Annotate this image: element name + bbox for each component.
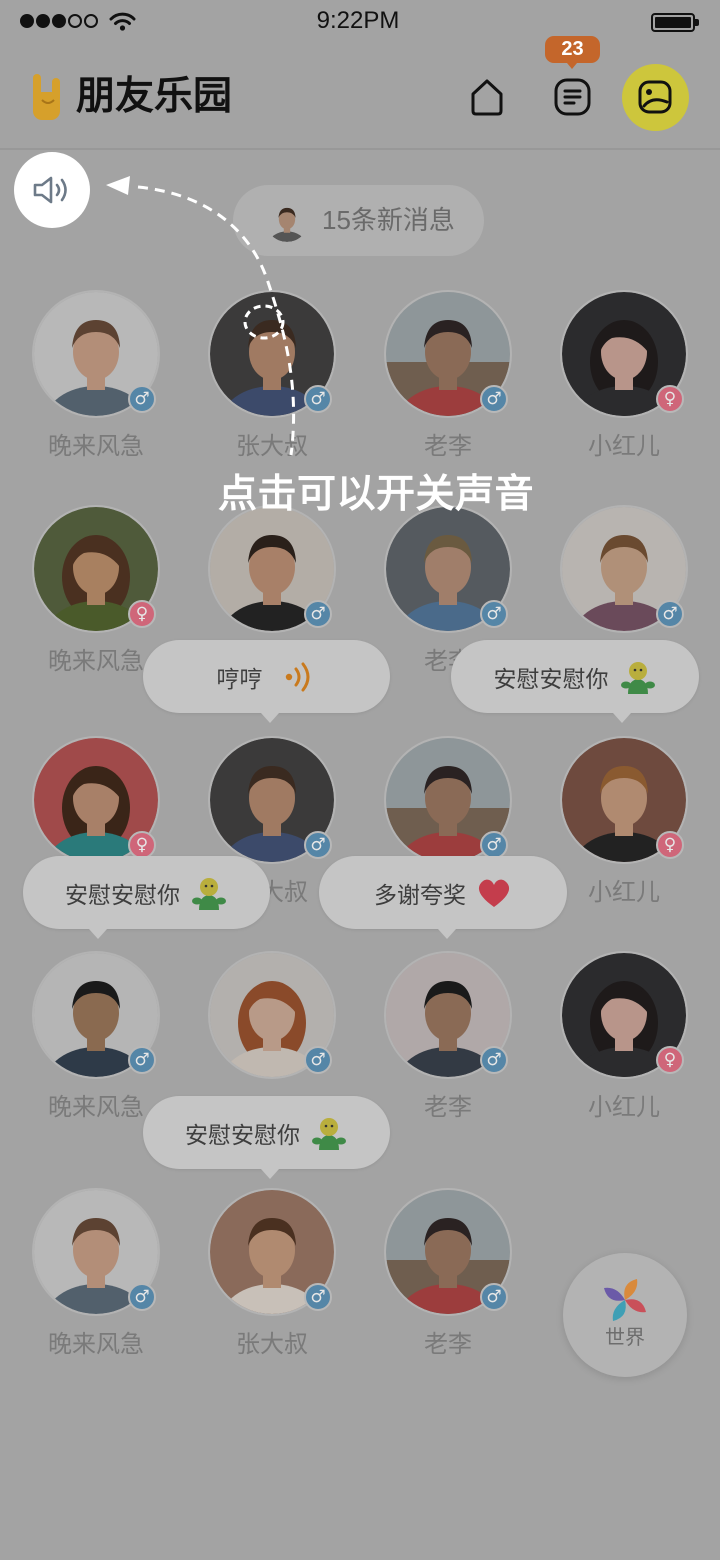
avatar[interactable]: ♂ [210, 292, 334, 416]
male-gender-icon: ♂ [128, 1283, 156, 1311]
avatar[interactable]: ♂ [562, 507, 686, 631]
male-gender-icon: ♂ [304, 1046, 332, 1074]
avatar[interactable]: ♂ [34, 292, 158, 416]
male-gender-icon: ♂ [128, 385, 156, 413]
male-gender-icon: ♂ [480, 1046, 508, 1074]
hug-emoji-icon [312, 1117, 346, 1150]
world-label: 世界 [605, 1327, 645, 1349]
female-gender-icon: ♀ [128, 831, 156, 859]
bubble-text: 哼哼 [216, 665, 263, 692]
avatar[interactable]: ♂ [210, 953, 334, 1077]
avatar[interactable]: ♂ [386, 738, 510, 862]
female-gender-icon: ♀ [656, 831, 684, 859]
user-name: 张大叔 [236, 433, 308, 460]
rock-hand-icon [33, 74, 60, 120]
speaker-icon [33, 176, 67, 204]
profile-button[interactable] [622, 64, 689, 131]
avatar[interactable]: ♂ [210, 738, 334, 862]
female-gender-icon: ♀ [656, 1046, 684, 1074]
avatar[interactable]: ♂ [34, 953, 158, 1077]
avatar[interactable]: ♂ [386, 507, 510, 631]
avatar[interactable]: ♂ [386, 953, 510, 1077]
avatar[interactable]: ♂ [386, 292, 510, 416]
chat-bubble[interactable]: 安慰安慰你 [143, 1096, 390, 1179]
avatar[interactable]: ♀ [562, 292, 686, 416]
avatar[interactable]: ♂ [34, 1190, 158, 1314]
bubble-text: 安慰安慰你 [185, 1121, 300, 1148]
avatar[interactable]: ♀ [562, 953, 686, 1077]
avatar[interactable]: ♂ [210, 507, 334, 631]
avatar[interactable]: ♂ [210, 1190, 334, 1314]
hug-emoji-icon [620, 661, 655, 694]
user-name: 老李 [424, 433, 472, 460]
male-gender-icon: ♂ [304, 831, 332, 859]
guide-hint-text: 点击可以开关声音 [218, 473, 535, 516]
user-name: 老李 [424, 1331, 472, 1358]
male-gender-icon: ♂ [304, 600, 332, 628]
male-gender-icon: ♂ [304, 1283, 332, 1311]
messages-count-badge: 23 [545, 36, 600, 69]
avatar[interactable]: ♀ [562, 738, 686, 862]
female-gender-icon: ♀ [128, 600, 156, 628]
male-gender-icon: ♂ [128, 1046, 156, 1074]
avatar[interactable]: ♀ [34, 738, 158, 862]
female-gender-icon: ♀ [656, 385, 684, 413]
user-card[interactable]: ♂ 老李 [360, 292, 536, 467]
sound-toggle-button[interactable] [14, 152, 90, 228]
user-name: 小红儿 [588, 433, 660, 460]
male-gender-icon: ♂ [480, 600, 508, 628]
avatar[interactable]: ♀ [34, 507, 158, 631]
user-card[interactable]: ♂ 张大叔 [184, 292, 360, 467]
user-card[interactable]: ♀ 小红儿 [536, 953, 712, 1128]
user-card[interactable]: ♂ 老李 [360, 1190, 536, 1365]
sender-avatar [265, 198, 309, 242]
chat-bubble[interactable]: 安慰安慰你 [451, 640, 699, 723]
pinwheel-icon [604, 1279, 646, 1321]
user-card[interactable]: ♂ 老李 [360, 953, 536, 1128]
home-icon[interactable] [468, 77, 506, 117]
profile-photo-icon [638, 80, 672, 114]
chat-bubble[interactable]: 安慰安慰你 [23, 856, 270, 939]
user-name: 张大叔 [236, 1331, 308, 1358]
user-name: 小红儿 [588, 1094, 660, 1121]
app-title: 朋友乐园 [76, 75, 233, 118]
user-card[interactable]: ♂ 晚来风急 [8, 292, 184, 467]
male-gender-icon: ♂ [480, 1283, 508, 1311]
bubble-text: 安慰安慰你 [65, 881, 180, 908]
battery-level [655, 17, 691, 28]
user-card[interactable]: ♂ 张大叔 [184, 1190, 360, 1365]
avatar-photo [265, 198, 309, 242]
male-gender-icon: ♂ [304, 385, 332, 413]
header-divider [0, 148, 720, 150]
user-name: 晚来风急 [48, 433, 144, 460]
new-messages-button[interactable]: 15条新消息 [233, 185, 484, 256]
bubble-text: 安慰安慰你 [493, 665, 609, 692]
voice-wave-icon [285, 662, 309, 691]
bubble-text: 多谢夸奖 [374, 881, 466, 908]
avatar[interactable]: ♂ [386, 1190, 510, 1314]
male-gender-icon: ♂ [480, 385, 508, 413]
heart-icon [478, 879, 510, 907]
battery-icon [651, 13, 699, 32]
chat-bubble[interactable]: 哼哼 [143, 640, 390, 723]
male-gender-icon: ♂ [480, 831, 508, 859]
status-time: 9:22PM [316, 7, 400, 34]
user-name: 晚来风急 [48, 1331, 144, 1358]
chat-bubble[interactable]: 多谢夸奖 [319, 856, 567, 939]
world-button[interactable]: 世界 [563, 1253, 687, 1377]
hug-emoji-icon [192, 877, 226, 910]
messages-icon[interactable] [554, 78, 591, 116]
male-gender-icon: ♂ [656, 600, 684, 628]
status-bar: 9:22PM [0, 0, 720, 44]
user-card[interactable]: ♂ 晚来风急 [8, 1190, 184, 1365]
new-messages-label: 15条新消息 [322, 205, 455, 235]
user-card[interactable]: ♀ 小红儿 [536, 292, 712, 467]
